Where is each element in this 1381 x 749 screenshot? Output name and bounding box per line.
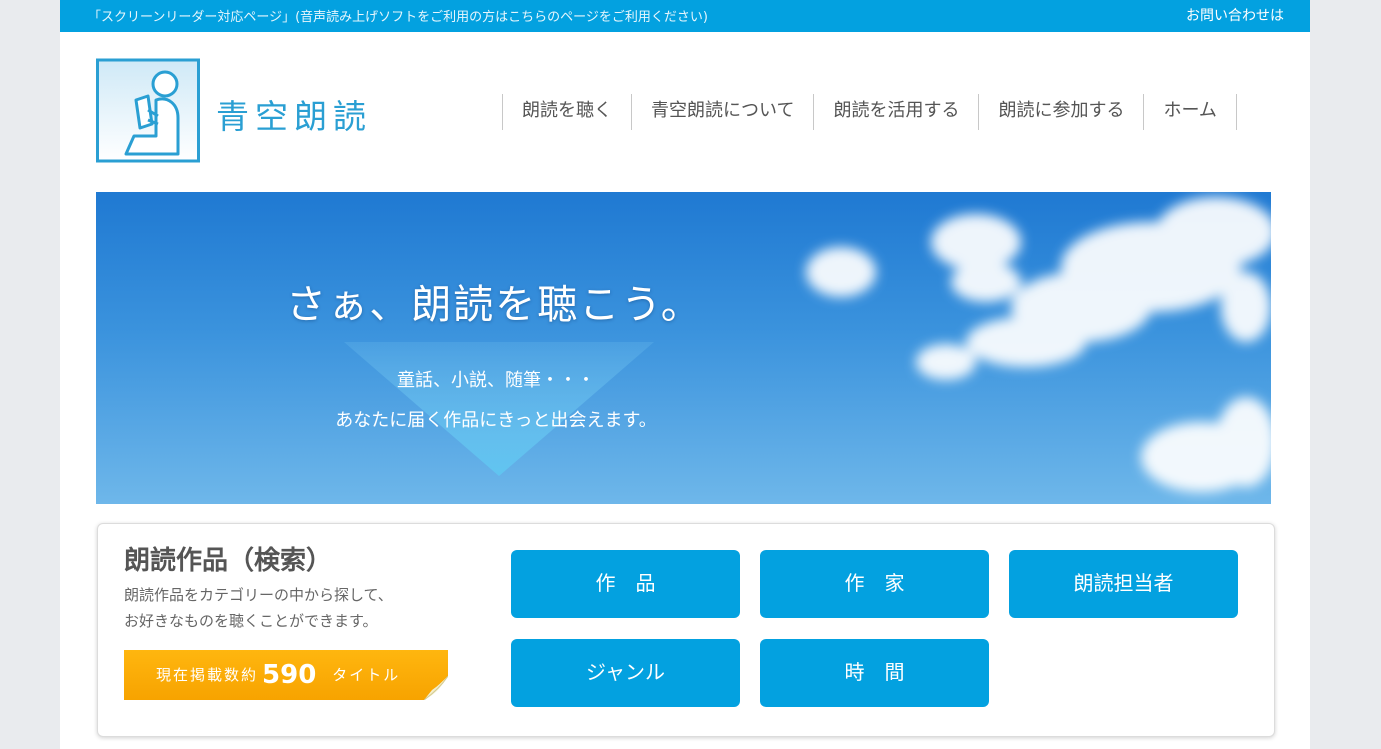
sky-clouds-image [344,197,1271,492]
count-suffix: タイトル [332,666,401,684]
nav-about[interactable]: 青空朗読について [632,94,815,130]
nav-use[interactable]: 朗読を活用する [814,94,980,130]
count-text: 現在掲載数約 590 タイトル [156,660,400,690]
page: 「スクリーンリーダー対応ページ」(音声読み上げソフトをご利用の方はこちらのページ… [60,0,1310,749]
panel-description-line-1: 朗読作品をカテゴリーの中から探して、 [124,586,393,604]
title-count-badge: 現在掲載数約 590 タイトル [124,650,448,700]
search-panel: 朗読作品（検索） 朗読作品をカテゴリーの中から探して、 お好きなものを聴くことが… [97,523,1275,737]
reader-logo-icon [96,58,200,163]
panel-description: 朗読作品をカテゴリーの中から探して、 お好きなものを聴くことができます。 [124,582,393,634]
nav-listen[interactable]: 朗読を聴く [503,94,632,130]
category-authors-button[interactable]: 作 家 [760,550,989,618]
hero-subtitle-2: あなたに届く作品にきっと出会えます。 [335,410,657,431]
site-logo[interactable]: 青空朗読 [96,58,416,164]
panel-title: 朗読作品（検索） [124,546,333,576]
panel-description-line-2: お好きなものを聴くことができます。 [124,612,378,630]
category-genre-button[interactable]: ジャンル [511,639,740,707]
nav-home[interactable]: ホーム [1144,94,1237,130]
hero-subtitle-1: 童話、小説、随筆・・・ [397,370,595,391]
top-bar: 「スクリーンリーダー対応ページ」(音声読み上げソフトをご利用の方はこちらのページ… [60,0,1310,32]
logo-text: 青空朗読 [216,97,372,136]
screen-reader-link[interactable]: 「スクリーンリーダー対応ページ」(音声読み上げソフトをご利用の方はこちらのページ… [88,6,708,25]
category-duration-button[interactable]: 時 間 [760,639,989,707]
count-value: 590 [262,660,317,690]
hero-banner: さぁ、朗読を聴こう。 童話、小説、随筆・・・ あなたに届く作品にきっと出会えます… [96,192,1271,504]
main-nav: 朗読を聴く 青空朗読について 朗読を活用する 朗読に参加する ホーム [502,94,1237,130]
category-works-button[interactable]: 作 品 [511,550,740,618]
page-curl-icon [424,676,448,700]
category-readers-button[interactable]: 朗読担当者 [1009,550,1238,618]
nav-participate[interactable]: 朗読に参加する [979,94,1145,130]
hero-title: さぁ、朗読を聴こう。 [286,282,703,328]
count-prefix: 現在掲載数約 [156,666,259,684]
contact-link[interactable]: お問い合わせは [1186,5,1284,25]
